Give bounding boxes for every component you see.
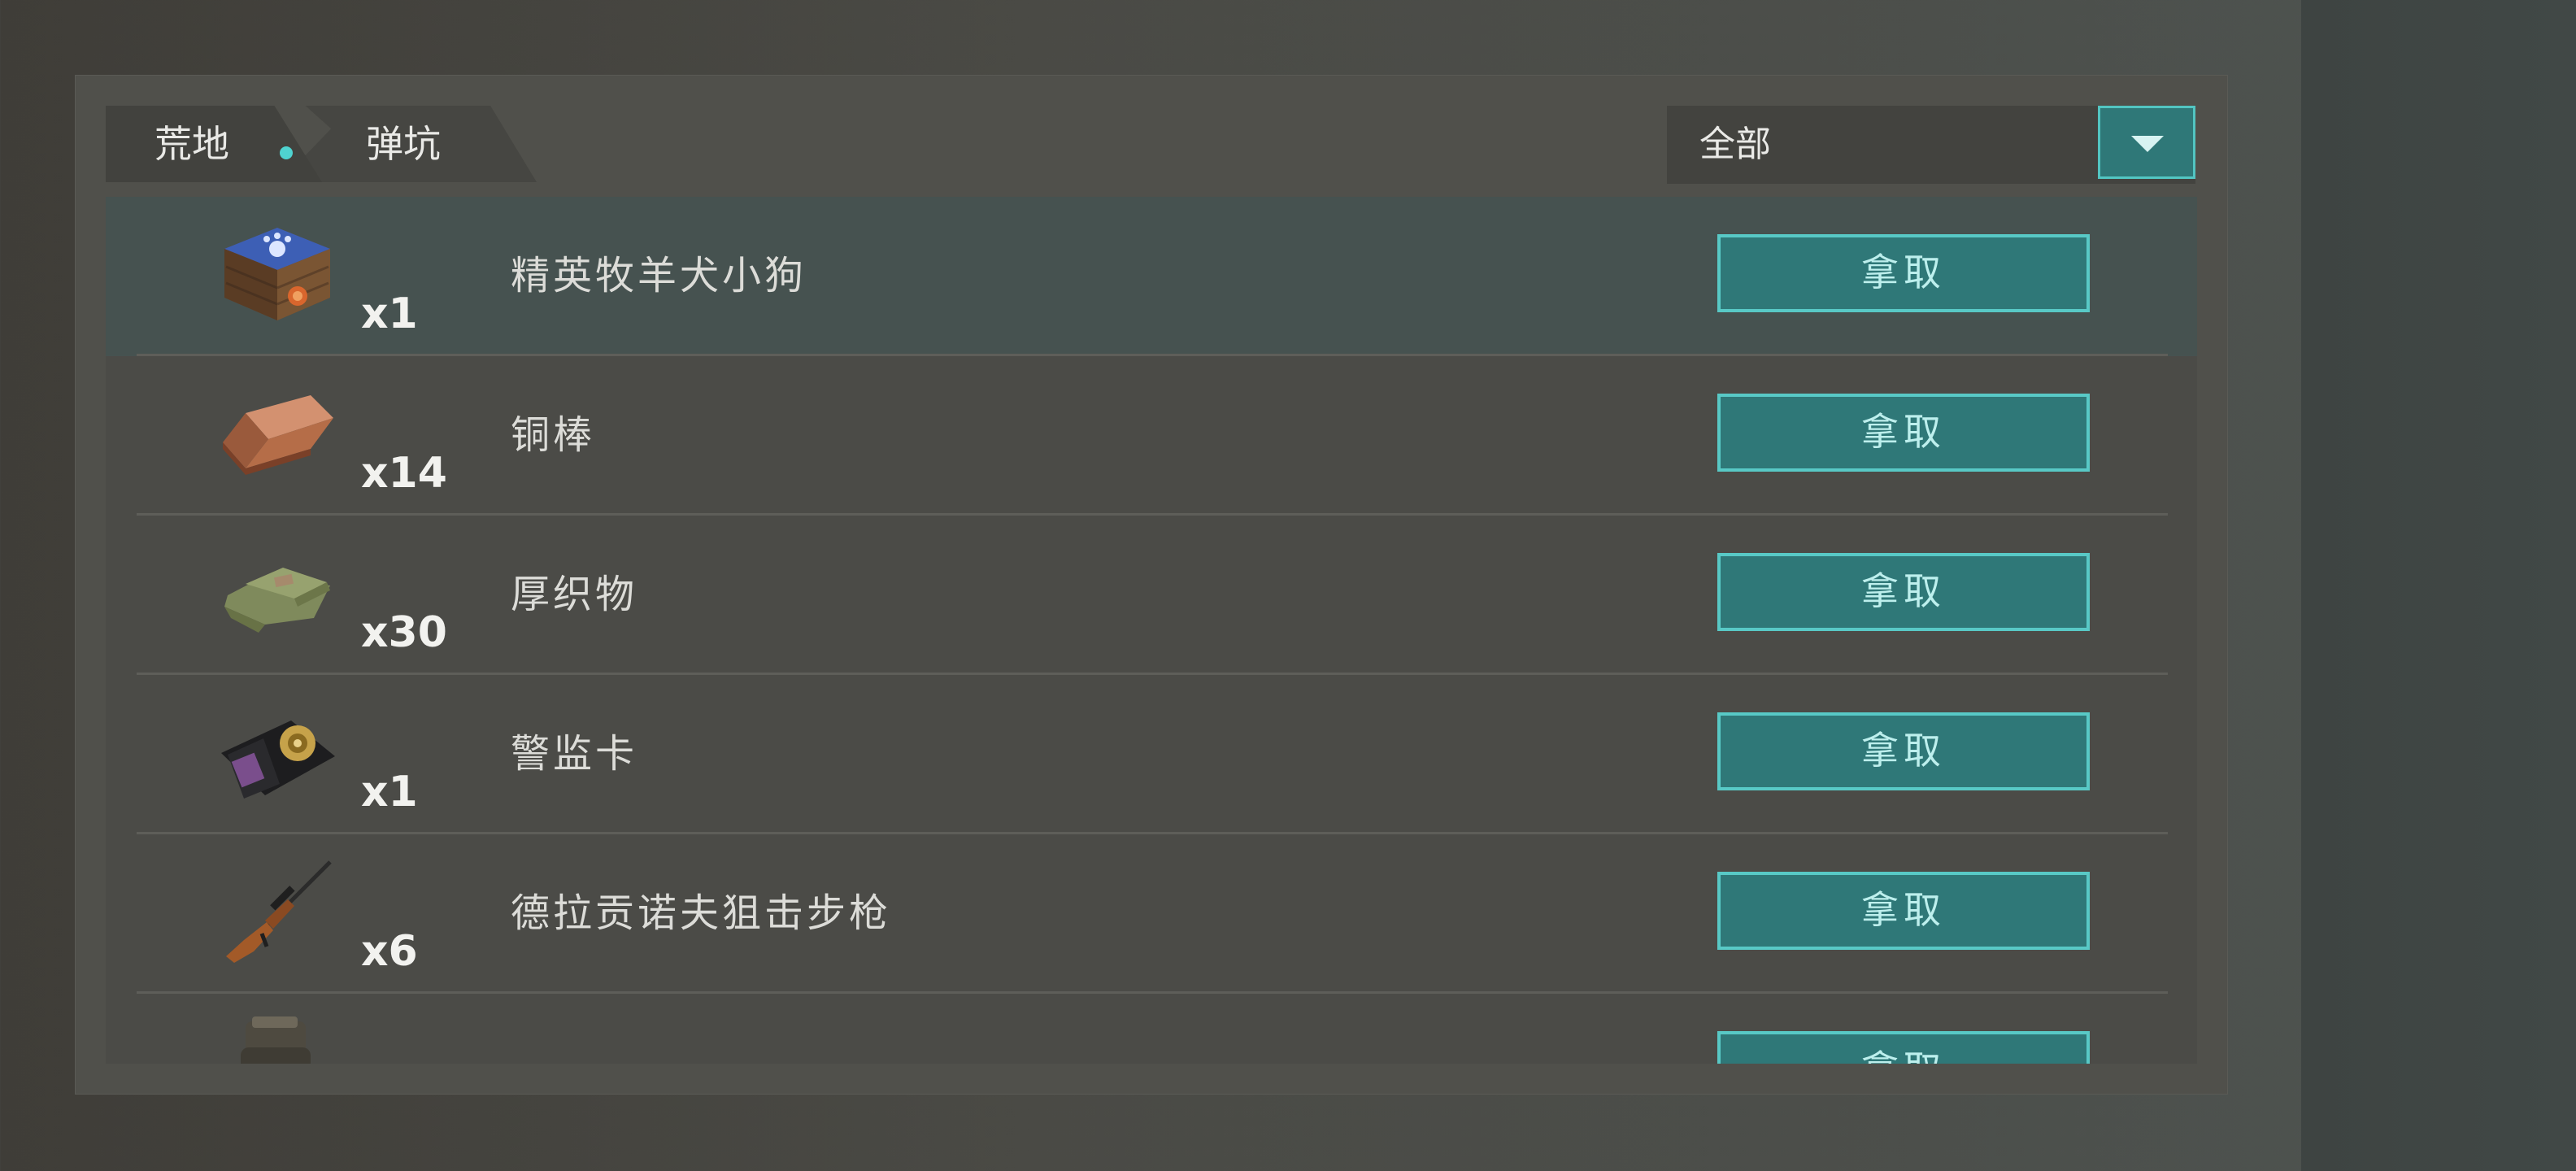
tab-wasteland[interactable]: 荒地 [106,106,322,182]
list-item[interactable]: x1 精英牧羊犬小狗 拿取 [106,197,2197,356]
item-quantity: x6 [361,927,418,976]
list-item[interactable]: x6 德拉贡诺夫狙击步枪 拿取 [106,834,2197,994]
take-button[interactable]: 拿取 [1717,872,2090,950]
loot-panel: 弹坑 荒地 全部 x1 精英牧羊犬小狗 拿取 x14 铜棒 拿取 x30 厚织物… [75,75,2228,1095]
sniper-rifle-icon [226,860,332,963]
filter-selected-value: 全部 [1699,124,1771,165]
thick-fabric-icon [224,568,330,633]
list-item[interactable]: x30 厚织物 拿取 [106,516,2197,675]
list-item[interactable]: x1 警监卡 拿取 [106,675,2197,834]
close-sidebar: 关闭 [2301,0,2576,1171]
copper-bar-icon [223,395,333,475]
item-quantity: x1 [361,768,418,816]
list-item[interactable]: 拿取 [106,994,2197,1064]
list-item[interactable]: x14 铜棒 拿取 [106,356,2197,516]
take-button[interactable]: 拿取 [1717,394,2090,472]
take-button[interactable]: 拿取 [1717,234,2090,312]
tab-crater[interactable]: 弹坑 [280,106,537,182]
warden-card-icon [221,720,335,799]
chevron-down-icon[interactable] [2098,106,2195,179]
filter-dropdown[interactable]: 全部 [1667,106,2195,184]
item-quantity: x14 [361,449,447,498]
armor-icon [241,1016,311,1064]
take-button[interactable]: 拿取 [1717,712,2090,790]
item-list[interactable]: x1 精英牧羊犬小狗 拿取 x14 铜棒 拿取 x30 厚织物 拿取 x1 警监… [106,197,2197,1064]
item-name: 精英牧羊犬小狗 [511,253,807,298]
item-name: 铜棒 [511,412,596,458]
notification-dot [280,146,293,159]
take-button[interactable]: 拿取 [1717,1031,2090,1064]
item-quantity: x30 [361,608,447,657]
item-name: 德拉贡诺夫狙击步枪 [511,890,892,936]
take-button[interactable]: 拿取 [1717,553,2090,631]
item-quantity: x1 [361,289,418,338]
dog-crate-icon [224,228,330,320]
tab-label: 弹坑 [366,122,441,166]
item-name: 厚织物 [511,572,638,617]
item-name: 警监卡 [511,731,638,777]
tab-label: 荒地 [154,122,229,166]
